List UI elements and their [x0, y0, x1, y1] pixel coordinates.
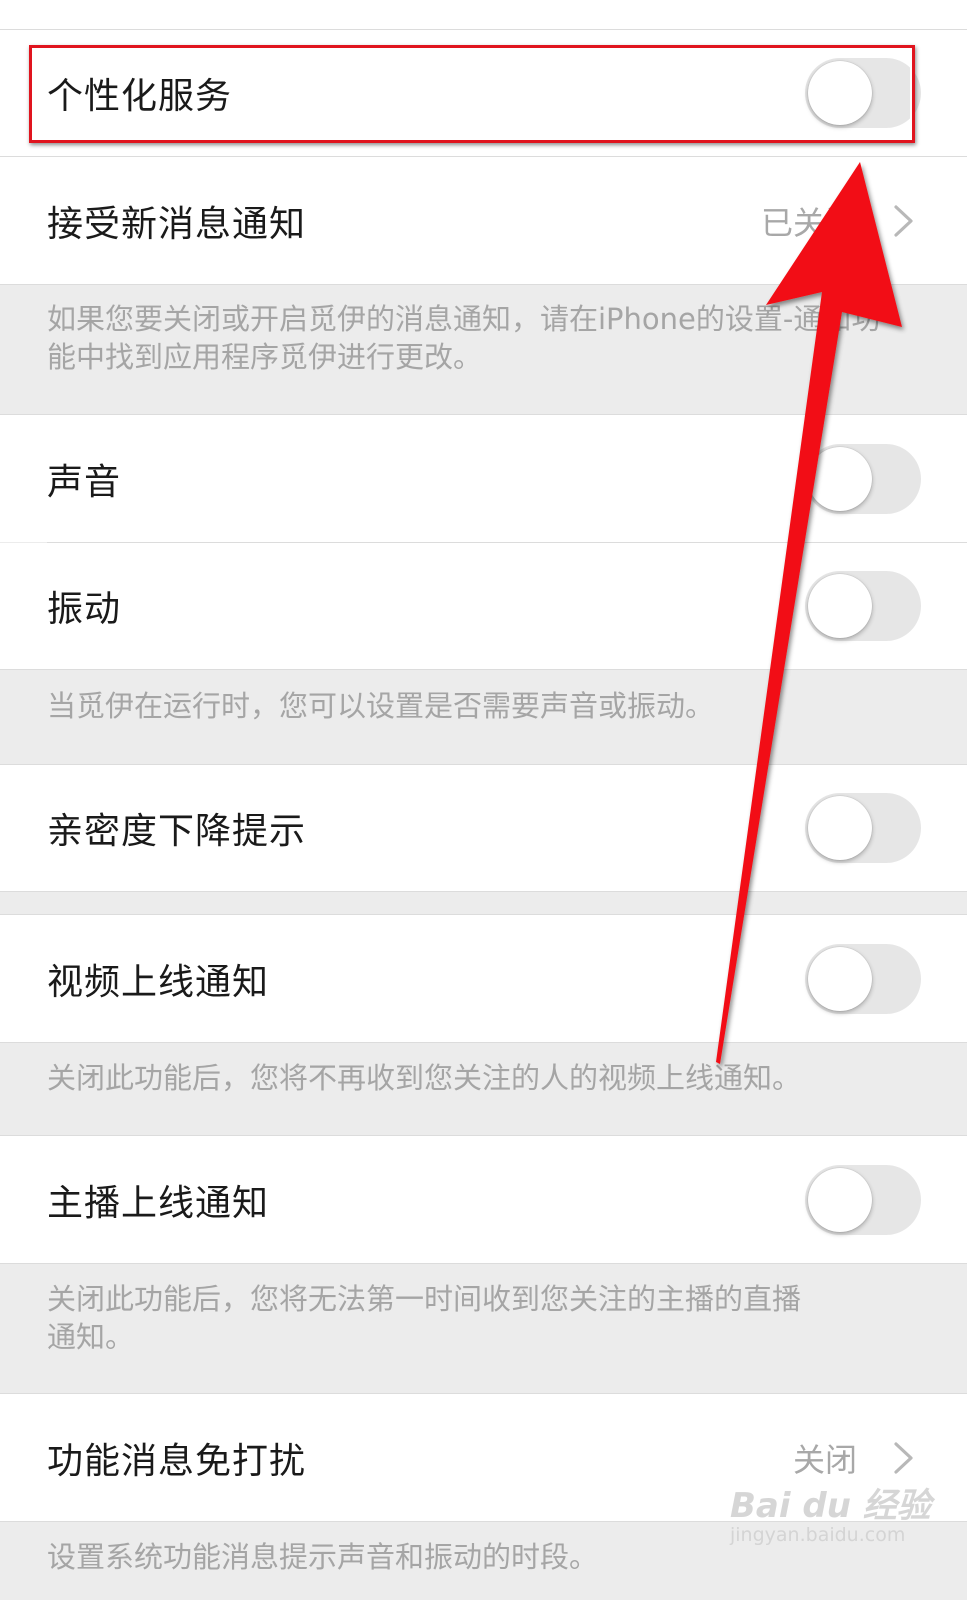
- row-intimacy-drop[interactable]: 亲密度下降提示: [0, 764, 967, 892]
- toggle-knob: [808, 446, 872, 511]
- feature-dnd-label: 功能消息免打扰: [47, 1440, 307, 1482]
- note-sound-vibrate: 当觅伊在运行时，您可以设置是否需要声音或振动。: [47, 689, 715, 723]
- watermark-brand: Bai du 经验: [730, 1486, 931, 1526]
- intimacy-drop-toggle[interactable]: [805, 793, 921, 863]
- anchor-online-toggle[interactable]: [805, 1164, 921, 1235]
- toggle-knob: [808, 574, 872, 638]
- new-message-notify-value: 已关闭: [760, 203, 857, 242]
- note-notify: 如果您要关闭或开启觅伊的消息通知，请在iPhone的设置-通知功能中找到应用程序…: [47, 302, 881, 374]
- toggle-knob: [808, 946, 872, 1011]
- highlight-box: [29, 45, 915, 143]
- row-vibrate[interactable]: 振动: [0, 543, 967, 670]
- note-anchor-online: 关闭此功能后，您将无法第一时间收到您关注的主播的直播通知。: [47, 1282, 802, 1354]
- chevron-right-icon: [894, 204, 913, 237]
- new-message-notify-label: 接受新消息通知: [47, 203, 307, 245]
- row-anchor-online[interactable]: 主播上线通知: [0, 1135, 967, 1264]
- intimacy-drop-label: 亲密度下降提示: [47, 811, 307, 852]
- top-band: [0, 0, 967, 30]
- video-online-toggle[interactable]: [805, 943, 921, 1014]
- toggle-knob: [808, 796, 872, 860]
- toggle-knob: [808, 1167, 872, 1232]
- watermark-url: jingyan.baidu.com: [730, 1524, 906, 1546]
- chevron-right-icon: [894, 1441, 913, 1474]
- sound-toggle[interactable]: [805, 443, 921, 514]
- row-sound[interactable]: 声音: [0, 414, 967, 542]
- feature-dnd-value: 关闭: [792, 1440, 857, 1479]
- baidu-jingyan-watermark: Bai du 经验 jingyan.baidu.com: [730, 1478, 931, 1558]
- sound-label: 声音: [47, 461, 122, 503]
- vibrate-label: 振动: [47, 589, 122, 630]
- anchor-online-label: 主播上线通知: [47, 1182, 270, 1224]
- video-online-label: 视频上线通知: [47, 961, 270, 1003]
- vibrate-toggle[interactable]: [805, 571, 921, 641]
- note-video-online: 关闭此功能后，您将不再收到您关注的人的视频上线通知。: [47, 1061, 802, 1095]
- row-video-online[interactable]: 视频上线通知: [0, 914, 967, 1043]
- row-new-message-notify[interactable]: 接受新消息通知 已关闭: [0, 157, 967, 285]
